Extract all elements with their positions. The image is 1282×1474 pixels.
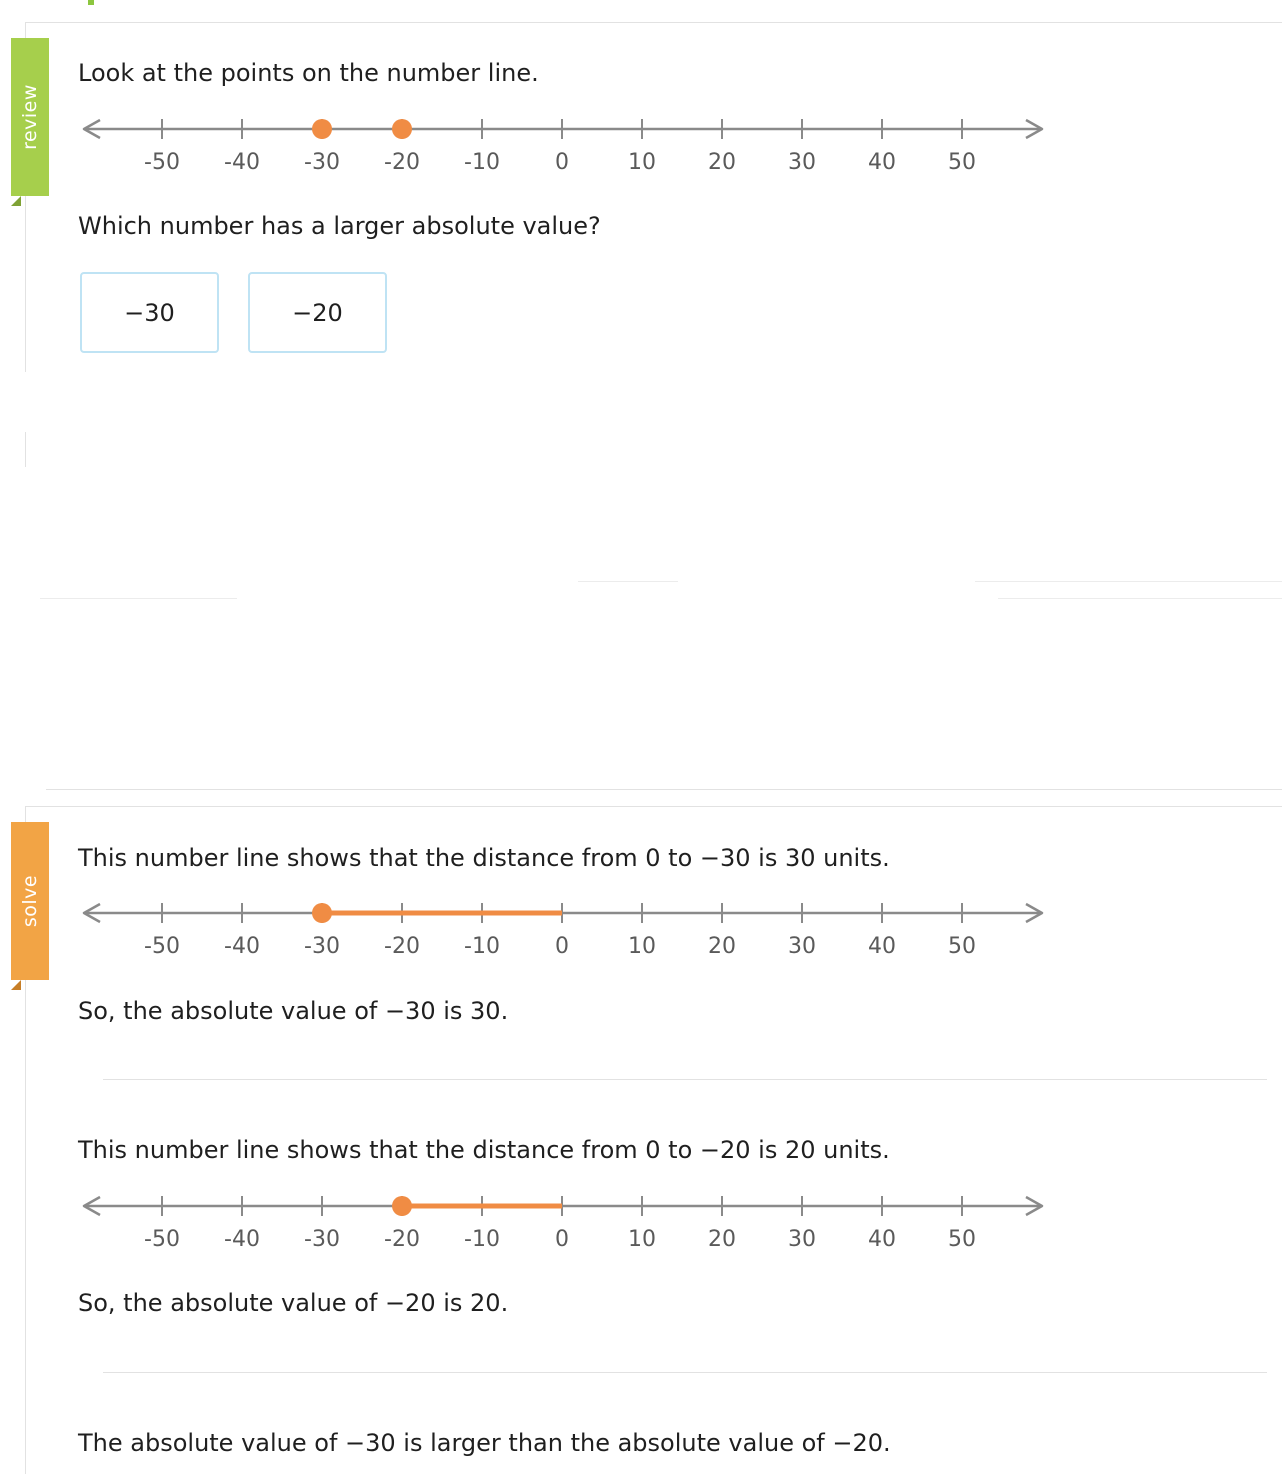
solve-step2-text: This number line shows that the distance… <box>78 1136 890 1164</box>
review-ribbon: review <box>11 38 49 196</box>
tick-label: 30 <box>788 150 816 175</box>
tick-label: 40 <box>868 150 896 175</box>
tick-label: -30 <box>304 150 340 175</box>
tick-label: -10 <box>464 1227 500 1252</box>
solve-divider-2 <box>103 1372 1267 1373</box>
solve-ribbon-fold <box>11 980 21 990</box>
solve-ribbon: solve <box>11 822 49 980</box>
tick-label: -20 <box>384 150 420 175</box>
review-question: Which number has a larger absolute value… <box>78 212 601 240</box>
divider-left <box>40 598 237 599</box>
divider-center <box>578 581 678 582</box>
plotted-point <box>392 119 412 139</box>
tick-label: 10 <box>628 934 656 959</box>
tick-label: 10 <box>628 1227 656 1252</box>
review-ribbon-fold <box>11 196 21 206</box>
tick-label: -20 <box>384 934 420 959</box>
divider-wide <box>46 789 1282 790</box>
tick-label: 50 <box>948 1227 976 1252</box>
tick-label: 0 <box>555 150 569 175</box>
tick-label: 20 <box>708 150 736 175</box>
tick-label: -50 <box>144 150 180 175</box>
review-number-line: -50 -40 -30 -20 -10 0 10 20 30 40 50 <box>82 118 1044 175</box>
tick-label: 20 <box>708 934 736 959</box>
choice-minus-20[interactable]: −20 <box>248 272 387 353</box>
divider-right <box>998 598 1282 599</box>
tick-label: -40 <box>224 1227 260 1252</box>
plotted-point <box>312 903 332 923</box>
solve-ribbon-label: solve <box>19 874 41 928</box>
plotted-point <box>312 119 332 139</box>
tick-label: 0 <box>555 1227 569 1252</box>
tick-label: -10 <box>464 934 500 959</box>
tick-label: -40 <box>224 934 260 959</box>
tick-label: 50 <box>948 934 976 959</box>
solve-step2-conclusion: So, the absolute value of −20 is 20. <box>78 1289 509 1317</box>
tick-label: 0 <box>555 934 569 959</box>
choice-minus-30[interactable]: −30 <box>80 272 219 353</box>
solve-final-statement: The absolute value of −30 is larger than… <box>78 1429 891 1457</box>
review-card-top-border <box>26 22 1282 23</box>
tick-label: -50 <box>144 1227 180 1252</box>
review-prompt: Look at the points on the number line. <box>78 59 539 87</box>
tick-label: -50 <box>144 934 180 959</box>
tick-label: 30 <box>788 934 816 959</box>
review-ribbon-label: review <box>19 84 41 150</box>
tick-label: 30 <box>788 1227 816 1252</box>
tick-label: -30 <box>304 934 340 959</box>
tick-label: -10 <box>464 150 500 175</box>
divider-right-top <box>975 581 1282 582</box>
tick-label: -20 <box>384 1227 420 1252</box>
solve-step1-conclusion: So, the absolute value of −30 is 30. <box>78 997 509 1025</box>
solve-step1-text: This number line shows that the distance… <box>78 844 890 872</box>
tick-label: 50 <box>948 150 976 175</box>
tick-label: 20 <box>708 1227 736 1252</box>
tick-label: 40 <box>868 934 896 959</box>
tick-label: 10 <box>628 150 656 175</box>
solve-divider-1 <box>103 1079 1267 1080</box>
top-accent-mark <box>88 0 94 5</box>
solve-step2-number-line: -50 -40 -30 -20 -10 0 10 20 30 40 50 <box>82 1195 1044 1252</box>
solve-step1-number-line: -50 -40 -30 -20 -10 0 10 20 30 40 50 <box>82 902 1044 959</box>
review-card-left-border-lower <box>25 432 26 467</box>
tick-label: 40 <box>868 1227 896 1252</box>
plotted-point <box>392 1196 412 1216</box>
solve-card-top-border <box>26 806 1282 807</box>
tick-label: -40 <box>224 150 260 175</box>
tick-label: -30 <box>304 1227 340 1252</box>
